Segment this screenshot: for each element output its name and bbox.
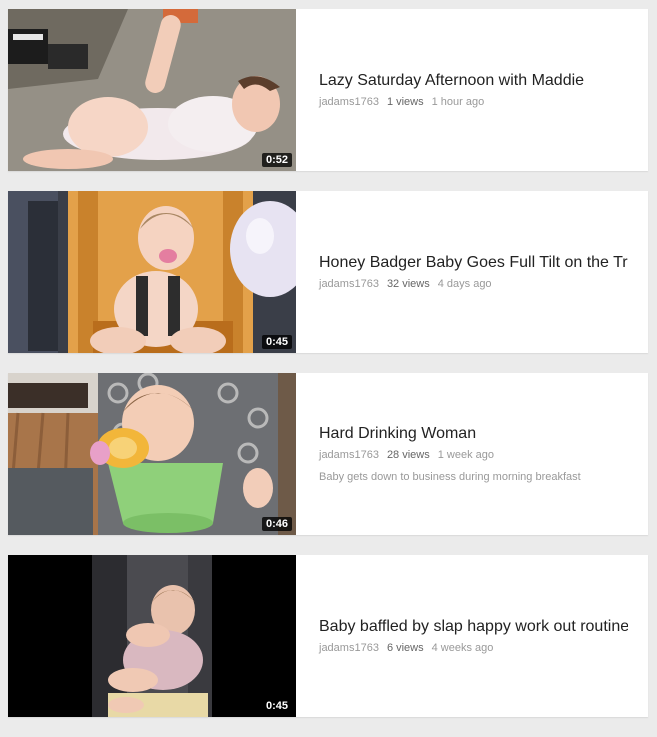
video-info: Hard Drinking Woman jadams1763 28 views 1 …	[319, 424, 628, 484]
video-age: 4 days ago	[437, 278, 492, 290]
video-thumbnail[interactable]: 0:52	[8, 9, 296, 171]
video-meta: jadams1763 1 views 1 hour ago	[319, 95, 628, 109]
video-title[interactable]: Lazy Saturday Afternoon with Maddie	[319, 71, 628, 91]
video-age: 1 week ago	[437, 449, 494, 461]
video-author[interactable]: jadams1763	[319, 278, 379, 290]
video-description: Baby gets down to business during mornin…	[319, 471, 581, 483]
video-age: 1 hour ago	[431, 96, 485, 108]
video-author[interactable]: jadams1763	[319, 642, 379, 654]
video-duration: 0:45	[261, 699, 292, 713]
video-meta: jadams1763 6 views 4 weeks ago	[319, 641, 628, 655]
video-author[interactable]: jadams1763	[319, 449, 379, 461]
video-views: 28 views	[386, 449, 430, 461]
video-duration: 0:46	[261, 517, 292, 531]
video-author[interactable]: jadams1763	[319, 96, 379, 108]
video-duration: 0:45	[261, 335, 292, 349]
video-duration: 0:52	[261, 153, 292, 167]
video-card: 0:45 Baby baffled by slap happy work out…	[8, 555, 648, 717]
video-meta: jadams1763 32 views 4 days ago	[319, 277, 628, 291]
video-age: 4 weeks ago	[431, 642, 494, 654]
thumbnail-image	[8, 373, 296, 535]
video-card: 0:52 Lazy Saturday Afternoon with Maddie…	[8, 9, 648, 171]
video-info: Baby baffled by slap happy work out rout…	[319, 617, 628, 655]
video-thumbnail[interactable]: 0:45	[8, 555, 296, 717]
video-thumbnail[interactable]: 0:45	[8, 191, 296, 353]
video-card: 0:46 Hard Drinking Woman jadams1763 28 vi…	[8, 373, 648, 535]
video-card: 0:45 Honey Badger Baby Goes Full Tilt on…	[8, 191, 648, 353]
video-info: Honey Badger Baby Goes Full Tilt on the …	[319, 253, 628, 291]
video-title[interactable]: Baby baffled by slap happy work out rout…	[319, 617, 628, 637]
video-thumbnail[interactable]: 0:46	[8, 373, 296, 535]
thumbnail-image	[8, 9, 296, 171]
thumbnail-image	[8, 555, 296, 717]
video-meta: jadams1763 28 views 1 week ago	[319, 448, 628, 462]
video-title[interactable]: Hard Drinking Woman	[319, 424, 628, 444]
video-info: Lazy Saturday Afternoon with Maddie jada…	[319, 71, 628, 109]
thumbnail-image	[8, 191, 296, 353]
video-views: 6 views	[386, 642, 424, 654]
video-title[interactable]: Honey Badger Baby Goes Full Tilt on the …	[319, 253, 628, 273]
video-feed: 0:52 Lazy Saturday Afternoon with Maddie…	[8, 9, 648, 737]
video-views: 32 views	[386, 278, 430, 290]
video-views: 1 views	[386, 96, 424, 108]
